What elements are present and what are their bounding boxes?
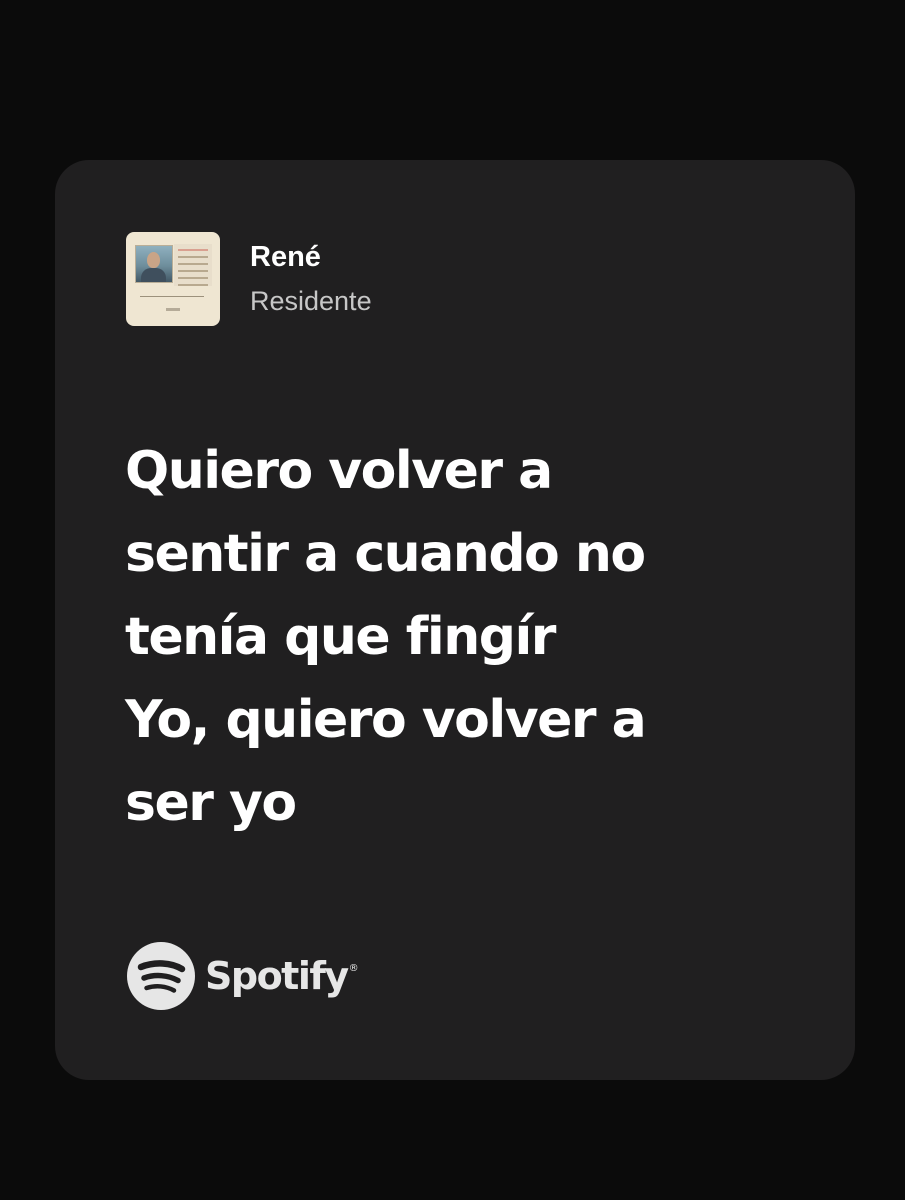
cover-document [174,244,212,286]
share-screen: René Residente Quiero volver a sentir a … [0,0,905,1200]
lyric-line: sentir a cuando no [125,524,646,584]
album-cover [126,232,220,326]
spotify-wordmark-text: Spotify [205,954,349,998]
cover-number [166,308,180,311]
song-title: René [250,241,321,273]
registered-mark: ® [348,963,359,974]
artist-name: Residente [250,286,372,316]
spotify-logo-icon [127,942,195,1010]
track-meta: René Residente [250,239,372,319]
cover-signature [140,288,204,297]
cover-portrait [135,245,173,283]
lyric-line: tenía que fingír [125,607,556,667]
spotify-wordmark: Spotify® [205,954,359,998]
spotify-brand: Spotify® [127,942,359,1010]
track-header: René Residente [126,232,372,326]
lyric-line: Quiero volver a [125,441,553,501]
lyrics-card[interactable]: René Residente Quiero volver a sentir a … [55,160,855,1080]
lyrics-text: Quiero volver a sentir a cuando no tenía… [125,430,815,845]
lyric-line: ser yo [125,773,297,833]
lyric-line: Yo, quiero volver a [125,690,647,750]
